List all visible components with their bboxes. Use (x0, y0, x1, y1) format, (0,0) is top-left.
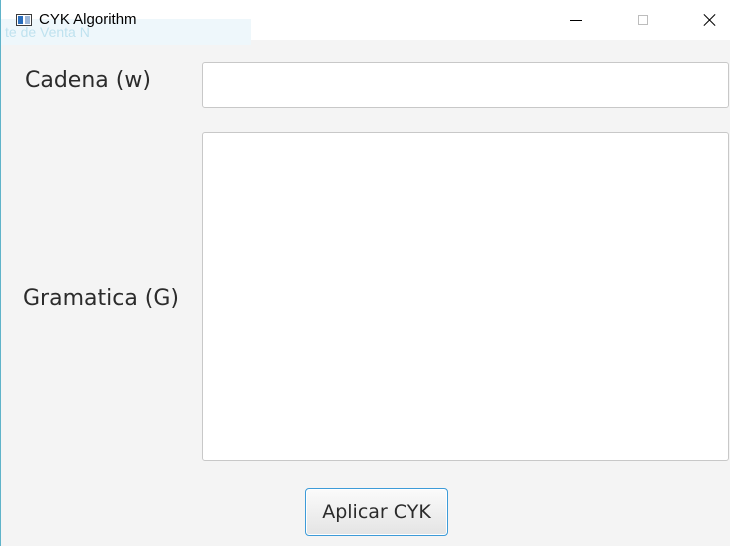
app-window: te de Venta N CYK Algorithm Cadena (w) G… (0, 0, 730, 546)
close-icon (703, 13, 717, 27)
cadena-label: Cadena (w) (25, 68, 151, 93)
minimize-icon (570, 19, 582, 21)
gramatica-textarea[interactable] (202, 132, 729, 461)
close-button[interactable] (687, 0, 730, 40)
apply-cyk-button[interactable]: Aplicar CYK (305, 488, 448, 536)
app-window-icon (16, 14, 32, 26)
maximize-button[interactable] (620, 0, 666, 40)
cadena-input[interactable] (202, 62, 729, 108)
minimize-button[interactable] (553, 0, 599, 40)
maximize-icon (638, 15, 648, 25)
title-bar[interactable]: te de Venta N CYK Algorithm (1, 0, 730, 45)
gramatica-label: Gramatica (G) (23, 286, 180, 311)
window-title: CYK Algorithm (39, 11, 137, 28)
